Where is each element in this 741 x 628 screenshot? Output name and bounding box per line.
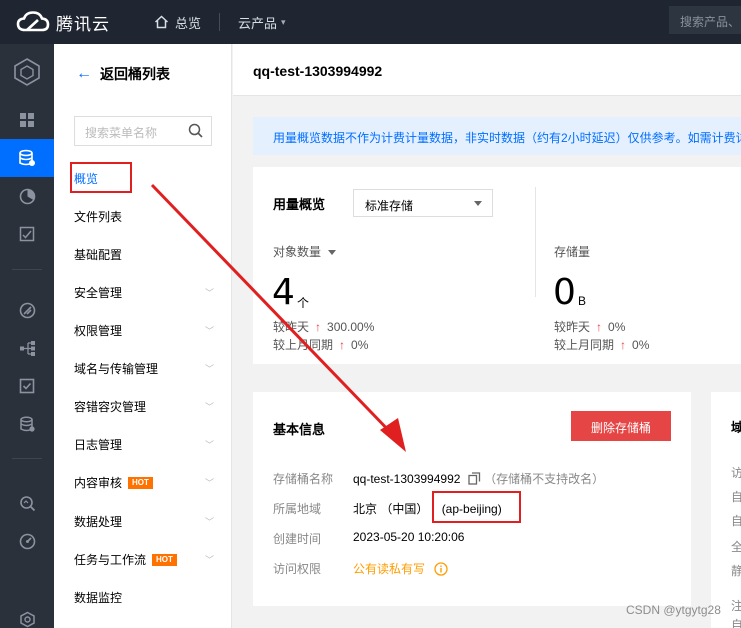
arrow-head-icon xyxy=(380,418,406,452)
annotation-arrow xyxy=(150,183,406,452)
watermark: CSDN @ytgytg28 xyxy=(626,603,721,617)
